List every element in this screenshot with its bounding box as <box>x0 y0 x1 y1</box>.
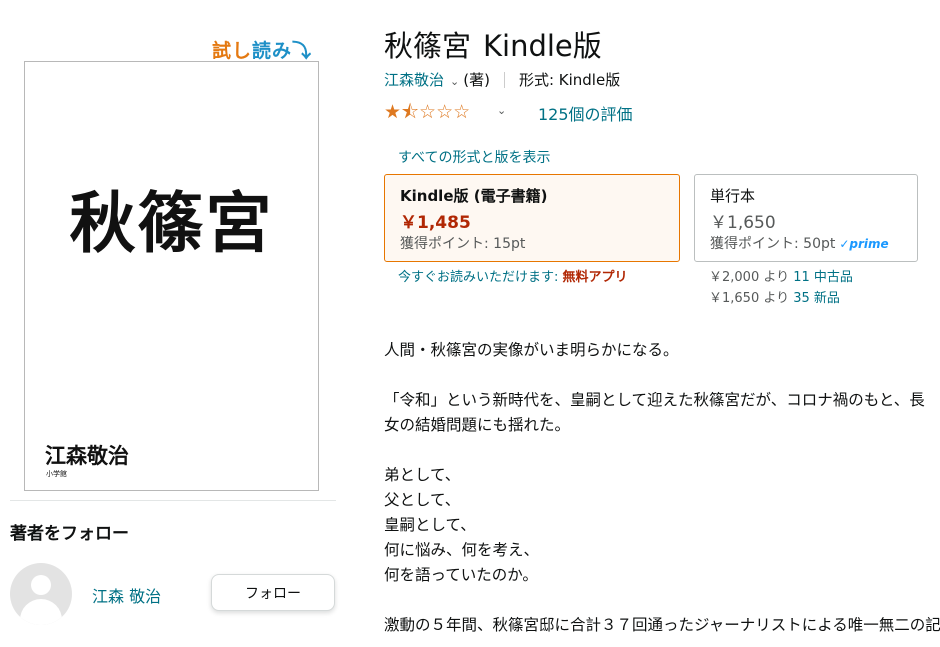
offer-new: ￥1,650 より 35 新品 <box>709 287 840 306</box>
cover-title: 秋篠宮 <box>69 185 274 262</box>
follow-author-heading: 著者をフォロー <box>10 524 129 544</box>
description-paragraph: 「令和」という新時代を、皇嗣として迎えた秋篠宮だが、コロナ禍のもと、長女の結婚問… <box>384 391 925 434</box>
author-avatar[interactable] <box>10 563 72 625</box>
read-now-note: 今すぐお読みいただけます: 無料アプリ <box>398 266 628 285</box>
offer-new-link[interactable]: 35 新品 <box>793 291 840 306</box>
star-half-icon: ⯪ <box>401 101 420 123</box>
chevron-down-icon[interactable]: ⌄ <box>450 75 459 88</box>
product-title: 秋篠宮 Kindle版 <box>384 23 602 65</box>
format-points: 獲得ポイント: 50pt <box>710 236 836 252</box>
look-inside-link[interactable]: 試し読み⤵ <box>212 36 312 63</box>
format-name: 単行本 <box>710 187 756 205</box>
format-points-row: 獲得ポイント: 50pt ✓prime <box>710 233 889 253</box>
read-now-text: 今すぐお読みいただけます: <box>398 270 563 285</box>
offer-used-link[interactable]: 11 中古品 <box>793 270 853 285</box>
offer-yori: より <box>763 270 790 285</box>
description-paragraph: 激動の５年間、秋篠宮邸に合計３７回通ったジャーナリストによる唯一無二の記録。 <box>384 616 940 634</box>
star-filled-icon: ★ <box>384 101 402 123</box>
author-name-link[interactable]: 江森 敬治 <box>92 583 161 607</box>
author-role: (著) <box>463 71 490 89</box>
look-inside-label-1: 試し <box>212 40 253 62</box>
offer-price: ￥1,650 <box>709 291 760 306</box>
free-app-link[interactable]: 無料アプリ <box>563 270 628 285</box>
byline: 江森敬治 ⌄ (著) 形式: Kindle版 <box>384 69 620 90</box>
format-option-tankobon[interactable]: 単行本 ￥1,650 獲得ポイント: 50pt ✓prime <box>694 174 918 262</box>
book-description: 人間・秋篠宮の実像がいま明らかになる。 「令和」という新時代を、皇嗣として迎えた… <box>384 338 940 647</box>
look-inside-label-2: 読み <box>252 40 293 62</box>
divider <box>10 500 336 501</box>
product-format-suffix: Kindle版 <box>483 29 602 63</box>
cover-author: 江森敬治 <box>45 444 129 468</box>
author-link[interactable]: 江森敬治 <box>384 71 444 89</box>
prime-badge-icon: ✓prime <box>839 237 889 251</box>
rating-count-link[interactable]: 125個の評価 <box>538 101 633 125</box>
description-paragraph: 人間・秋篠宮の実像がいま明らかになる。 <box>384 341 679 359</box>
format-price: ￥1,650 <box>710 213 776 233</box>
offer-yori: より <box>763 291 790 306</box>
star-rating[interactable]: ★⯪☆☆☆ <box>384 98 470 130</box>
cover-publisher: 小学館 <box>46 470 67 478</box>
curved-arrow-icon: ⤵ <box>292 40 313 62</box>
format-name: Kindle版 (電子書籍) <box>400 187 548 205</box>
offer-used: ￥2,000 より 11 中古品 <box>709 266 853 285</box>
format-option-kindle[interactable]: Kindle版 (電子書籍) ￥1,485 獲得ポイント: 15pt <box>384 174 680 262</box>
follow-button[interactable]: フォロー <box>211 574 335 611</box>
avatar-head-shape <box>31 575 51 595</box>
format-label: 形式: Kindle版 <box>518 71 621 89</box>
offer-price: ￥2,000 <box>709 270 760 285</box>
avatar-body-shape <box>20 599 62 625</box>
description-paragraph: 弟として、 父として、 皇嗣として、 何に悩み、何を考え、 何を語っていたのか。 <box>384 466 540 584</box>
book-cover-image[interactable]: 秋篠宮 江森敬治 小学館 <box>24 61 319 491</box>
star-empty-icons: ☆☆☆ <box>419 101 471 123</box>
byline-separator <box>503 72 505 88</box>
rating-chevron-down-icon[interactable]: ⌄ <box>497 104 506 117</box>
product-title-text: 秋篠宮 <box>384 29 472 63</box>
all-formats-link[interactable]: すべての形式と版を表示 <box>398 147 550 167</box>
format-points: 獲得ポイント: 15pt <box>400 236 526 252</box>
format-price: ￥1,485 <box>400 213 471 233</box>
